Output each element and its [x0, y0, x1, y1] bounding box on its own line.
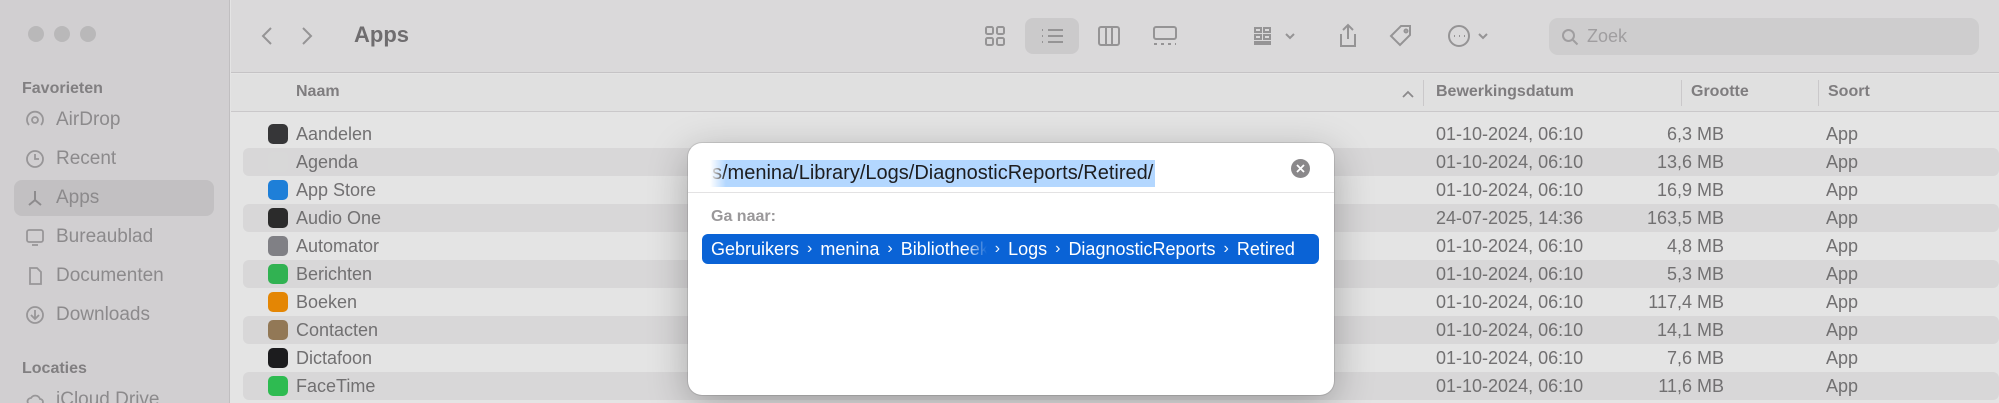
- close-icon: [1296, 164, 1305, 173]
- chevron-right-icon: ›: [1055, 240, 1061, 257]
- go-to-folder-dialog: s/menina/Library/Logs/DiagnosticReports/…: [688, 143, 1334, 395]
- breadcrumb-segment: Bibliotheek: [900, 238, 987, 259]
- clear-path-button[interactable]: [1291, 159, 1310, 178]
- path-suggestion[interactable]: Gebruikers › menina › Bibliotheek › Logs…: [702, 234, 1319, 264]
- chevron-right-icon: ›: [994, 240, 1001, 257]
- chevron-right-icon: ›: [807, 240, 813, 257]
- breadcrumb-segment: Gebruikers: [711, 238, 800, 259]
- breadcrumb-segment: menina: [820, 238, 880, 259]
- path-input-value[interactable]: s/menina/Library/Logs/DiagnosticReports/…: [710, 159, 1156, 187]
- breadcrumb-segment: Logs: [1008, 238, 1048, 259]
- chevron-right-icon: ›: [887, 240, 893, 257]
- breadcrumb-segment: DiagnosticReports: [1068, 238, 1216, 259]
- path-input[interactable]: s/menina/Library/Logs/DiagnosticReports/…: [710, 153, 1270, 193]
- chevron-right-icon: ›: [1223, 240, 1229, 257]
- breadcrumb-segment: Retired: [1236, 238, 1295, 259]
- go-to-label: Ga naar:: [711, 208, 776, 225]
